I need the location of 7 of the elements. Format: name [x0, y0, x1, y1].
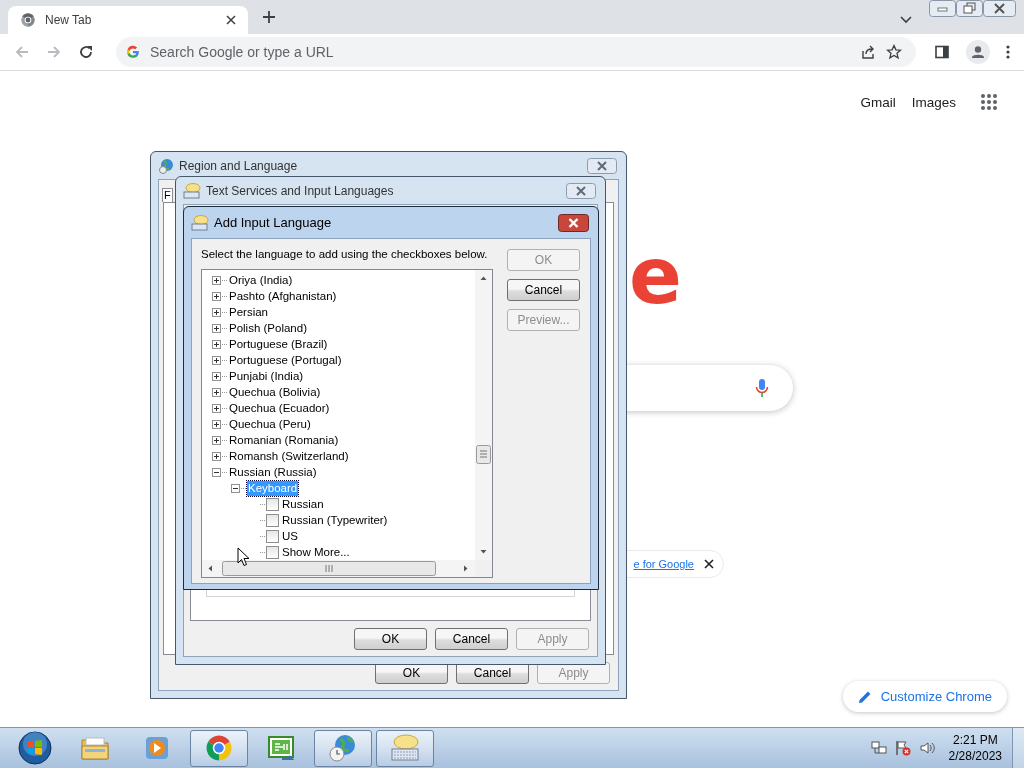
window-title: Region and Language	[179, 158, 298, 173]
instruction-text: Select the language to add using the checkboxes below.	[201, 247, 489, 262]
clock-time: 2:21 PM	[952, 732, 998, 748]
window-title: Add Input Language	[214, 215, 332, 230]
clock-date: 2/28/2023	[948, 748, 1002, 764]
window-title: Text Services and Input Languages	[206, 183, 394, 198]
google-logo: e	[629, 237, 682, 315]
